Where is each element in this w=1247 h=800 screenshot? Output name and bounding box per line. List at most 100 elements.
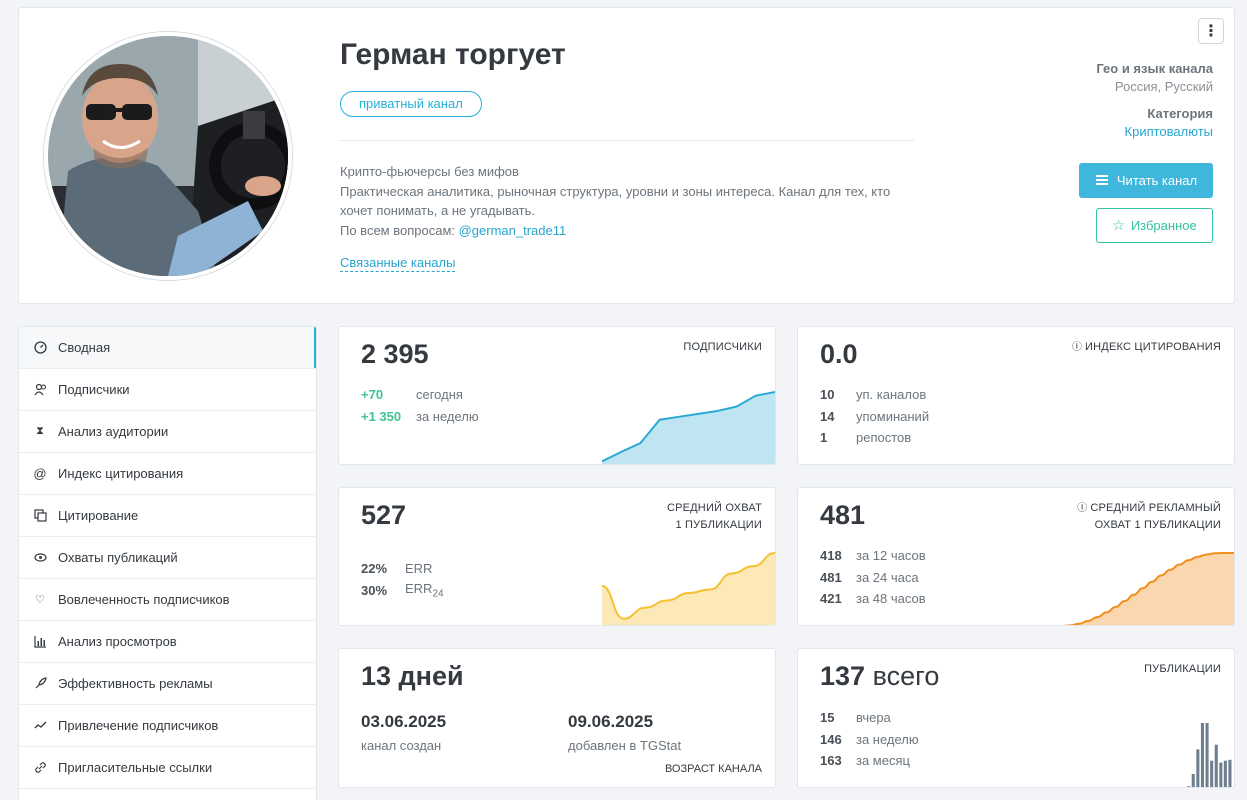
description-line: Практическая аналитика, рыночная структу… [340,183,891,219]
stat-row: 30% ERR24 [361,580,444,602]
subscribers-title: подписчики [683,341,762,353]
sidebar-item-subscriber-growth[interactable]: Привлечение подписчиков [19,705,316,747]
geo-label: Гео и язык канала [1096,61,1213,76]
channel-title: Герман торгует [340,38,566,71]
stat-row: 22% ERR [361,558,444,580]
stat-value: 418 [820,548,842,564]
sidebar-item-reach[interactable]: Охваты публикаций [19,537,316,579]
sidebar-item-ad-efficiency[interactable]: Эффективность рекламы [19,663,316,705]
sidebar-item-label: Анализ аудитории [58,424,169,439]
category-link[interactable]: Криптовалюты [1125,124,1213,139]
favorite-label: Избранное [1130,218,1197,233]
star-icon: ☆ [1112,217,1125,233]
stat-value: 14 [820,408,835,424]
stat-label: уп. каналов [856,387,927,403]
stat-row: +1 350 за неделю [361,406,479,428]
sidebar-item-views-analysis[interactable]: Анализ просмотров [19,621,316,663]
stat-label: за 24 часа [856,569,919,585]
created-date: 03.06.2025 [361,712,447,731]
stat-row: 15 вчера [820,707,919,729]
stat-row: 163 за месяц [820,750,919,772]
sparkline-area [602,392,775,464]
ad-reach-stats: 418 за 12 часов 481 за 24 часа 421 за 48 ча… [820,545,926,610]
publications-bar [1205,723,1209,787]
bar-chart-icon [33,635,47,648]
private-channel-badge: приватный канал [340,91,482,117]
channel-age-title: возраст канала [664,763,762,775]
publications-total-suffix: всего [872,661,940,691]
average-reach-card[interactable]: 527 средний охват 1 публикации 22% ERR 30%… [338,487,776,626]
stat-row: 10 уп. каналов [820,384,929,406]
stat-label: сегодня [416,387,463,403]
stat-label: ERR24 [405,581,444,600]
stat-value: 15 [820,710,835,726]
eye-icon [33,551,47,564]
sidebar-item-label: Индекс цитирования [58,466,184,481]
added-date-block: 09.06.2025 добавлен в TGStat [568,712,681,753]
publications-stats: 15 вчера 146 за неделю 163 за месяц [820,707,919,772]
publications-card[interactable]: 137 всего публикации 15 вчера 146 за недел… [797,648,1235,788]
description-contact: По всем вопросам: @german_trade11 [340,221,910,241]
title-line: охват 1 публикации [1094,519,1221,531]
subscribers-card[interactable]: 2 395 подписчики +70 сегодня +1 350 за нед… [338,326,776,465]
title-text: средний рекламный [1090,502,1221,514]
citation-index-card[interactable]: 0.0 ⓘ индекс цитирования 10 уп. каналов 1… [797,326,1235,465]
stat-value: 1 [820,430,828,446]
related-channels-link[interactable]: Связанные каналы [340,255,456,272]
sidebar-item-label: Эффективность рекламы [58,676,213,691]
channel-age-value: 13 дней [361,661,464,691]
sidebar-item-summary[interactable]: Сводная [19,327,316,369]
subscribers-stats: +70 сегодня +1 350 за неделю [361,384,479,427]
stat-label: за месяц [856,753,910,769]
stat-value: +70 [361,387,384,403]
reach-stats: 22% ERR 30% ERR24 [361,558,444,601]
contact-link[interactable]: @german_trade11 [459,223,567,238]
sidebar-item-citations[interactable]: Цитирование [19,495,316,537]
stat-row: 146 за неделю [820,729,919,751]
stat-value: 30% [361,582,388,598]
stat-label: за неделю [856,731,919,747]
channel-header-card: ⋮ Герман торгует приватный канал Крипто-… [18,7,1235,304]
geo-block: Гео и язык канала Россия, Русский [1096,61,1213,94]
ad-reach-title: ⓘ средний рекламный охват 1 публикации [1077,500,1221,534]
category-label: Категория [1147,106,1213,121]
sidebar-item-citation-index[interactable]: @ Индекс цитирования [19,453,316,495]
average-reach-value: 527 [361,500,407,530]
stat-row: 418 за 12 часов [820,545,926,567]
publications-bar [1228,759,1232,787]
channel-description: Крипто-фьючерсы без мифов Практическая а… [340,162,910,240]
publications-title: публикации [1144,663,1221,675]
at-icon: @ [33,466,47,481]
more-menu-button[interactable]: ⋮ [1198,18,1224,44]
sidebar-item-invite-links[interactable]: Пригласительные ссылки [19,747,316,789]
citation-index-title: ⓘ индекс цитирования [1072,339,1221,356]
stat-label: за 48 часов [856,591,926,607]
stat-row: 1 репостов [820,427,929,449]
sidebar-item-label: Пригласительные ссылки [58,760,213,775]
citation-index-value: 0.0 [820,339,858,369]
sparkline-area [1073,553,1234,625]
publications-bar-chart [1187,723,1232,787]
favorite-button[interactable]: ☆ Избранное [1096,208,1213,243]
stat-row: 481 за 24 часа [820,567,926,589]
publications-bar [1214,744,1218,787]
read-channel-button[interactable]: Читать канал [1079,163,1213,198]
stat-label: репостов [856,430,912,446]
channel-avatar [44,32,292,280]
kebab-icon: ⋮ [1203,23,1219,40]
title-line: ⓘ средний рекламный [1077,500,1221,517]
sidebar-item-label: Вовлеченность подписчиков [58,592,230,607]
trend-icon [33,719,47,732]
stat-label: за неделю [416,408,479,424]
stat-value: 481 [820,569,842,585]
channel-age-card: 13 дней 03.06.2025 канал создан 09.06.20… [338,648,776,788]
ad-reach-card[interactable]: 481 ⓘ средний рекламный охват 1 публикаци… [797,487,1235,626]
contact-prefix: По всем вопросам: [340,222,459,238]
publications-bar [1187,786,1191,787]
stat-row: +70 сегодня [361,384,479,406]
subscribers-count: 2 395 [361,339,429,369]
sidebar-item-audience[interactable]: ⧗ Анализ аудитории [19,411,316,453]
sidebar-item-engagement[interactable]: ♡ Вовлеченность подписчиков [19,579,316,621]
sidebar-item-subscribers[interactable]: Подписчики [19,369,316,411]
publications-bar [1200,723,1204,787]
